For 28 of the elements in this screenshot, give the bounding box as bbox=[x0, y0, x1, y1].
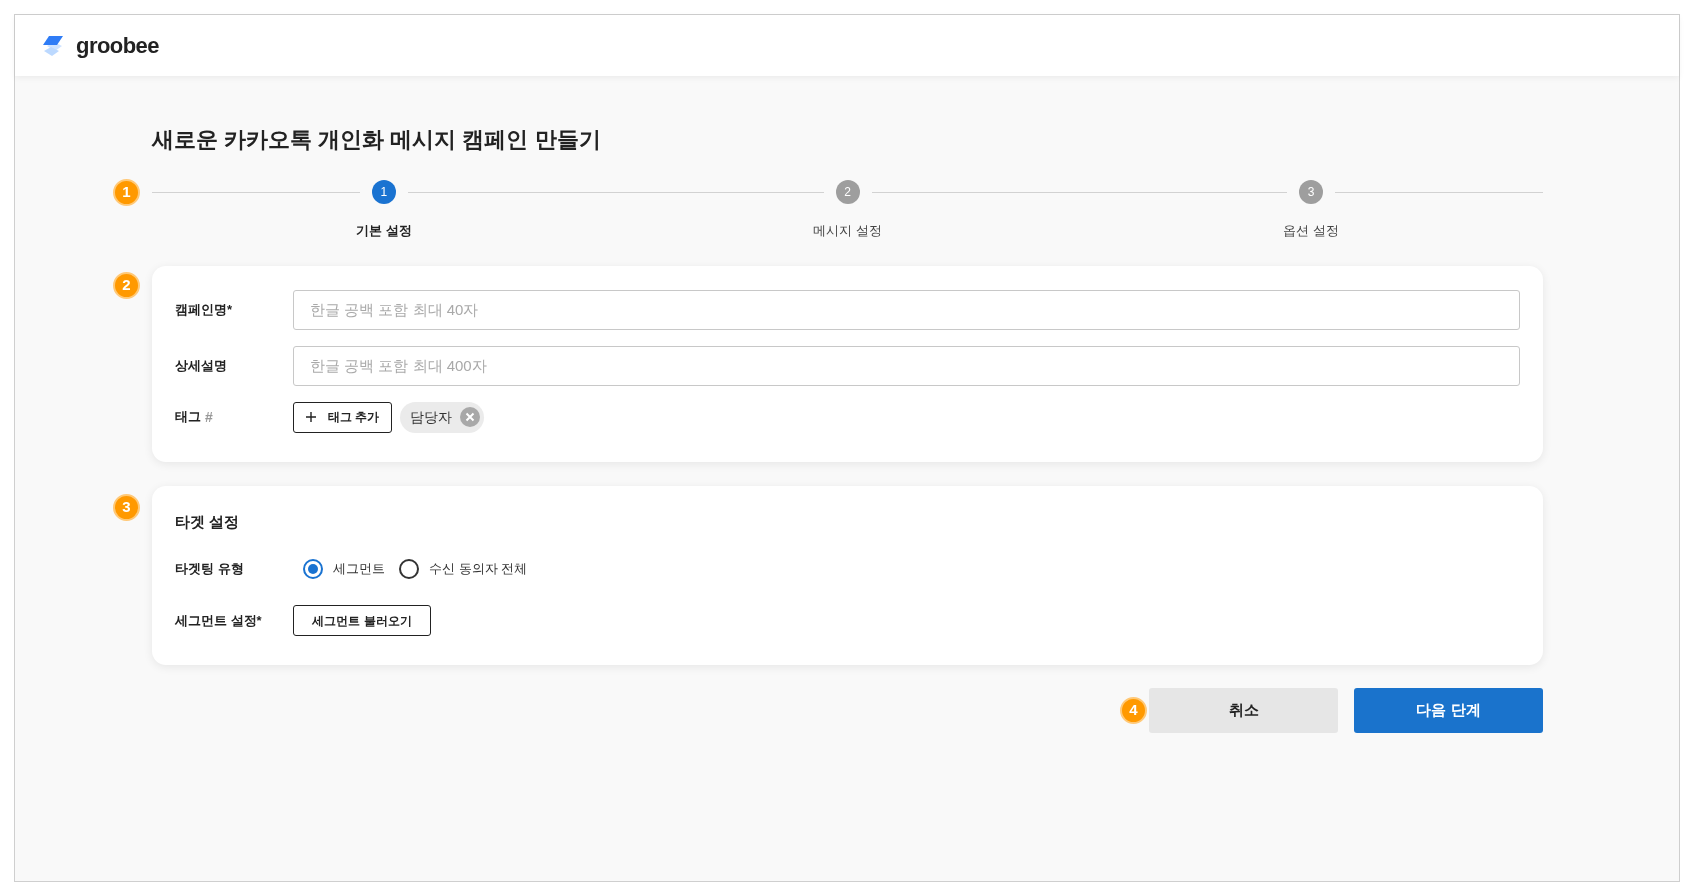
text-field[interactable]: 한글 공백 포함 최대 40자 bbox=[293, 289, 1520, 330]
radio-button[interactable] bbox=[399, 559, 419, 579]
step-marker: 2 bbox=[113, 271, 140, 299]
field-label: 캠페인명* bbox=[175, 300, 233, 319]
step-marker: 1 bbox=[113, 179, 140, 206]
radio-label: 수신 동의자 전체 bbox=[429, 560, 528, 579]
next-step-button[interactable]: 다음 단계 bbox=[1354, 688, 1543, 733]
radio-label: 세그먼트 bbox=[333, 560, 385, 579]
step-marker: 4 bbox=[1120, 697, 1147, 724]
load-segment-button[interactable]: 세그먼트 불러오기 bbox=[293, 605, 431, 636]
page-title: 새로운 카카오톡 개인화 메시지 캠페인 만들기 bbox=[152, 126, 602, 154]
plus-icon bbox=[306, 412, 316, 422]
tag-label: 담당자 bbox=[410, 407, 453, 427]
hash-symbol: # bbox=[205, 407, 213, 427]
section-title: 타겟 설정 bbox=[175, 511, 241, 532]
step-label: 기본 설정 bbox=[356, 222, 412, 240]
field-label: 태그 bbox=[175, 408, 201, 427]
cancel-button[interactable]: 취소 bbox=[1149, 688, 1338, 733]
logo-text: groobee bbox=[76, 32, 159, 60]
add-tag-button[interactable]: 태그 추가 bbox=[293, 401, 393, 433]
field-label: 타겟팅 유형 bbox=[175, 560, 245, 579]
text-field[interactable]: 한글 공백 포함 최대 400자 bbox=[293, 345, 1520, 386]
step-marker: 3 bbox=[113, 493, 140, 521]
step-label: 옵션 설정 bbox=[1283, 222, 1339, 240]
field-label: 세그먼트 설정* bbox=[175, 611, 263, 630]
field-label: 상세설명 bbox=[175, 356, 227, 375]
radio-button[interactable] bbox=[303, 559, 323, 579]
step-label: 메시지 설정 bbox=[813, 222, 882, 240]
